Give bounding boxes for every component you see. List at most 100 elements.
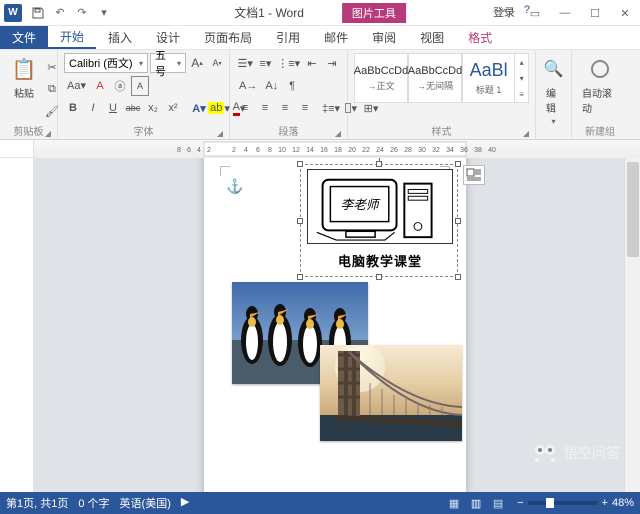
resize-handle[interactable] (455, 274, 461, 280)
save-icon[interactable] (30, 5, 46, 21)
bridge-photo[interactable] (320, 345, 462, 441)
line-spacing-button[interactable]: ‡≡▾ (322, 98, 340, 118)
svg-text:12: 12 (292, 147, 300, 154)
change-case-button[interactable]: Aa▾ (64, 76, 89, 96)
autoscroll-button[interactable]: 自动滚动 (578, 53, 622, 117)
inc-indent-button[interactable]: ⇥ (323, 53, 341, 73)
styles-gallery-arrows[interactable]: ▴▾≡ (515, 53, 529, 103)
anchor-icon[interactable]: ⚓ (226, 178, 243, 195)
scrollbar-thumb[interactable] (627, 162, 639, 257)
italic-button[interactable]: I (84, 98, 102, 118)
svg-text:14: 14 (306, 147, 314, 154)
watermark-text: 悟空问答 (564, 443, 620, 463)
sup-button[interactable]: x² (164, 98, 182, 118)
style-heading1[interactable]: AaBl标题 1 (462, 53, 515, 103)
tab-format[interactable]: 格式 (456, 26, 504, 49)
resize-handle[interactable] (376, 161, 382, 167)
bold-button[interactable]: B (64, 98, 82, 118)
undo-icon[interactable]: ↶ (52, 5, 68, 21)
resize-handle[interactable] (297, 218, 303, 224)
text-effects-button[interactable]: A▾ (190, 98, 208, 118)
zoom-slider[interactable] (528, 501, 598, 505)
selected-picture[interactable]: 李老师 电脑教学课堂 (300, 164, 458, 277)
tab-layout[interactable]: 页面布局 (192, 26, 264, 49)
svg-text:34: 34 (446, 147, 454, 154)
launcher-icon[interactable]: ◢ (45, 129, 51, 138)
tab-file[interactable]: 文件 (0, 26, 48, 49)
align-left-button[interactable]: ≡ (236, 98, 254, 118)
launcher-icon[interactable]: ◢ (335, 129, 341, 138)
tab-view[interactable]: 视图 (408, 26, 456, 49)
phonetic-button[interactable]: ⓐ (111, 76, 129, 96)
svg-text:20: 20 (348, 147, 356, 154)
svg-text:28: 28 (404, 147, 412, 154)
zoom-slider-thumb[interactable] (546, 498, 554, 508)
zoom-in-button[interactable]: + (602, 497, 608, 509)
paste-button[interactable]: 📋 粘贴 (6, 53, 42, 121)
numbering-button[interactable]: ≡▾ (256, 53, 274, 73)
char-border-button[interactable]: A (131, 76, 149, 96)
align-right-button[interactable]: ≡ (276, 98, 294, 118)
style-normal[interactable]: AaBbCcDd→正文 (354, 53, 408, 103)
ruler-corner[interactable] (0, 140, 34, 158)
vertical-ruler[interactable] (0, 158, 34, 492)
status-language[interactable]: 英语(美国) (120, 495, 171, 511)
font-size-select[interactable]: 五号▾ (150, 53, 186, 73)
status-words[interactable]: 0 个字 (78, 495, 109, 511)
zoom-out-button[interactable]: − (517, 497, 523, 509)
resize-handle[interactable] (455, 161, 461, 167)
group-paragraph: ☰▾ ≡▾ ⋮≡▾ ⇤ ⇥ A→ A↓ ¶ ≡ ≡ ≡ ≡ ‡≡▾ ▾ ⊞▾ 段… (230, 50, 348, 139)
tab-design[interactable]: 设计 (144, 26, 192, 49)
highlight-button[interactable]: ab▾ (210, 98, 228, 118)
underline-button[interactable]: U (104, 98, 122, 118)
ltr-button[interactable]: A→ (236, 76, 260, 96)
redo-icon[interactable]: ↷ (74, 5, 90, 21)
editing-button[interactable]: 🔍 编辑 ▾ (542, 53, 565, 128)
layout-options-button[interactable] (463, 165, 485, 185)
shrink-font-button[interactable]: A▾ (208, 53, 226, 73)
font-name-select[interactable]: Calibri (西文)▾ (64, 53, 148, 73)
style-nospacing[interactable]: AaBbCcDd→无间隔 (408, 53, 462, 103)
align-center-button[interactable]: ≡ (256, 98, 274, 118)
print-layout-icon[interactable]: ▥ (465, 494, 487, 512)
clear-fmt-button[interactable]: A (91, 76, 109, 96)
tab-references[interactable]: 引用 (264, 26, 312, 49)
strike-button[interactable]: abc (124, 98, 142, 118)
launcher-icon[interactable]: ◢ (217, 129, 223, 138)
show-marks-button[interactable]: ¶ (283, 76, 301, 96)
minimize-icon[interactable]: — (550, 0, 580, 26)
svg-text:4: 4 (244, 147, 248, 154)
status-page[interactable]: 第1页, 共1页 (6, 495, 68, 511)
tab-mailings[interactable]: 邮件 (312, 26, 360, 49)
maximize-icon[interactable]: ☐ (580, 0, 610, 26)
sub-button[interactable]: x₂ (144, 98, 162, 118)
launcher-icon[interactable]: ◢ (523, 129, 529, 138)
resize-handle[interactable] (297, 161, 303, 167)
read-mode-icon[interactable]: ▦ (443, 494, 465, 512)
zoom-level[interactable]: 48% (612, 497, 634, 509)
restore-icon[interactable]: ▭ (520, 0, 550, 26)
close-icon[interactable]: ✕ (610, 0, 640, 26)
status-macro-icon[interactable]: ▶ (181, 495, 189, 511)
grow-font-button[interactable]: A▴ (188, 53, 206, 73)
align-justify-button[interactable]: ≡ (296, 98, 314, 118)
tab-home[interactable]: 开始 (48, 26, 96, 49)
web-layout-icon[interactable]: ▤ (487, 494, 509, 512)
resize-handle[interactable] (376, 274, 382, 280)
word-icon[interactable]: W (4, 4, 22, 22)
group-font: Calibri (西文)▾ 五号▾ A▴ A▾ Aa▾ A ⓐ A B I U … (58, 50, 230, 139)
dec-indent-button[interactable]: ⇤ (303, 53, 321, 73)
tab-insert[interactable]: 插入 (96, 26, 144, 49)
multilevel-button[interactable]: ⋮≡▾ (276, 53, 301, 73)
svg-text:6: 6 (256, 147, 260, 154)
horizontal-ruler[interactable]: 8642 2468 10121416 18202224 26283032 343… (34, 140, 640, 158)
tab-review[interactable]: 审阅 (360, 26, 408, 49)
resize-handle[interactable] (455, 218, 461, 224)
ribbon-collapse-icon[interactable]: ⌃ (490, 0, 520, 26)
svg-text:2: 2 (207, 147, 211, 154)
qat-dropdown-icon[interactable]: ▾ (96, 5, 112, 21)
vertical-scrollbar[interactable] (624, 158, 640, 492)
sort-button[interactable]: A↓ (262, 76, 281, 96)
bullets-button[interactable]: ☰▾ (236, 53, 254, 73)
resize-handle[interactable] (297, 274, 303, 280)
